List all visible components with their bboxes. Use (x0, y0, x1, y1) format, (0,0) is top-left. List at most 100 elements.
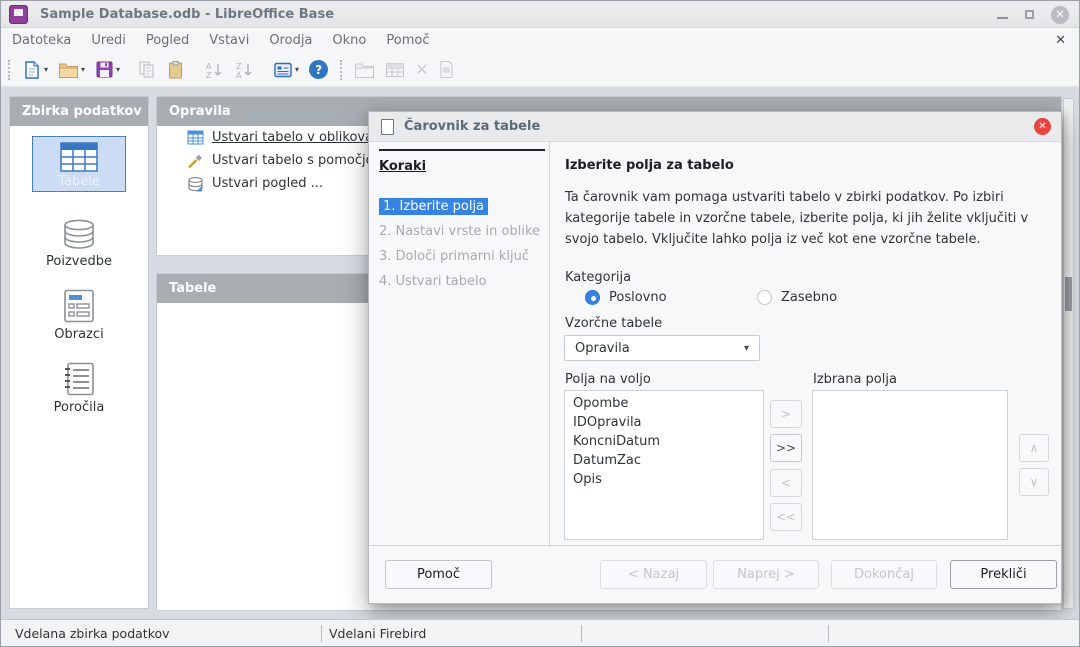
dialog-titlebar: Čarovnik za tabele ✕ (369, 112, 1061, 142)
step-select-fields[interactable]: 1. Izberite polja (379, 194, 543, 219)
menu-uredi[interactable]: Uredi (82, 33, 134, 48)
sort-descending-button[interactable]: ZA (231, 57, 257, 83)
step-set-types[interactable]: 2. Nastavi vrste in oblike (379, 219, 543, 244)
menu-pogled[interactable]: Pogled (137, 33, 198, 48)
remove-all-fields-button[interactable]: << (770, 503, 802, 531)
scrollbar-thumb[interactable] (1065, 277, 1072, 311)
radio-personal[interactable]: Zasebno (757, 290, 837, 305)
toolbar-grip (194, 60, 195, 80)
selected-fields-label: Izbrana polja (813, 372, 897, 387)
dropdown-arrow-icon[interactable]: ▾ (44, 65, 48, 74)
next-button[interactable]: Naprej > (713, 560, 819, 589)
libreoffice-base-icon (9, 5, 28, 24)
titlebar: Sample Database.odb - LibreOffice Base ✕ (1, 1, 1079, 28)
sidebar-item-forms[interactable]: Obrazci (54, 289, 103, 342)
save-button[interactable]: ▾ (92, 57, 123, 83)
svg-text:Z: Z (236, 62, 242, 71)
menu-orodja[interactable]: Orodja (260, 33, 321, 48)
status-divider (321, 625, 322, 642)
sort-ascending-button[interactable]: AZ (201, 57, 227, 83)
open-database-object-button[interactable] (351, 57, 378, 83)
help-button[interactable]: Pomoč (385, 560, 492, 589)
form-view-icon (273, 60, 293, 80)
move-down-button[interactable]: ∨ (1019, 468, 1049, 496)
dropdown-arrow-icon[interactable]: ▾ (81, 65, 85, 74)
finish-button[interactable]: Dokončaj (831, 560, 937, 589)
sidebar-item-reports[interactable]: Poročila (54, 362, 105, 415)
sidebar-item-tables[interactable]: Tabele (32, 136, 126, 192)
list-item[interactable]: Opis (565, 470, 763, 489)
cancel-button[interactable]: Prekliči (950, 560, 1057, 589)
back-button[interactable]: < Nazaj (600, 560, 707, 589)
move-up-button[interactable]: ∧ (1019, 434, 1049, 462)
category-label: Kategorija (565, 270, 631, 285)
help-button[interactable]: ? (306, 57, 331, 83)
step-primary-key[interactable]: 3. Določi primarni ključ (379, 244, 543, 269)
minimize-icon[interactable] (997, 17, 1008, 19)
menu-okno[interactable]: Okno (323, 33, 375, 48)
radio-business[interactable]: Poslovno (585, 290, 667, 305)
app-window: Sample Database.odb - LibreOffice Base ✕… (0, 0, 1080, 647)
sidebar-item-label: Poizvedbe (46, 254, 112, 269)
open-button[interactable]: ▾ (55, 57, 88, 83)
delete-button[interactable]: ✕ (412, 57, 431, 83)
help-icon: ? (309, 60, 328, 79)
reports-icon (63, 362, 95, 396)
toolbar-grip[interactable] (340, 60, 342, 80)
sample-tables-select[interactable]: Opravila ▾ (564, 335, 760, 361)
wizard-steps-panel: Koraki 1. Izberite polja 2. Nastavi vrst… (369, 142, 550, 547)
task-label: Ustvari pogled ... (212, 176, 323, 191)
vertical-scrollbar[interactable] (1063, 98, 1074, 609)
sample-tables-label: Vzorčne tabele (565, 316, 662, 331)
restore-icon[interactable] (1025, 10, 1034, 19)
dropdown-arrow-icon[interactable]: ▾ (116, 65, 120, 74)
toolbar-grip[interactable] (8, 60, 10, 80)
window-title: Sample Database.odb - LibreOffice Base (40, 7, 334, 22)
menu-datoteka[interactable]: Datoteka (3, 33, 80, 48)
step-create-table[interactable]: 4. Ustvari tabelo (379, 269, 543, 294)
sidebar-item-queries[interactable]: Poizvedbe (46, 218, 112, 269)
dialog-close-icon[interactable]: ✕ (1034, 118, 1051, 135)
steps-header: Koraki (379, 159, 426, 174)
remove-field-button[interactable]: < (770, 469, 802, 497)
new-document-icon (22, 60, 42, 80)
selected-fields-list[interactable] (812, 390, 1008, 540)
page-title: Izberite polja za tabelo (565, 158, 734, 173)
radio-checked-icon[interactable] (585, 290, 600, 305)
radio-label: Poslovno (609, 290, 667, 305)
dropdown-arrow-icon[interactable]: ▾ (295, 65, 299, 74)
list-item[interactable]: DatumZac (565, 451, 763, 470)
available-fields-label: Polja na voljo (565, 372, 651, 387)
list-item[interactable]: Opombe (565, 394, 763, 413)
table-design-button[interactable] (382, 57, 408, 83)
list-item[interactable]: KoncniDatum (565, 432, 763, 451)
open-folder-icon (58, 61, 79, 79)
sidebar-item-label: Tabele (58, 174, 100, 189)
rename-button[interactable] (435, 57, 458, 83)
toolbar-grip (128, 60, 129, 80)
forms-icon (63, 289, 95, 323)
menubar: Datoteka Uredi Pogled Vstavi Orodja Okno… (1, 28, 1079, 53)
dialog-document-icon (381, 119, 394, 135)
add-all-fields-button[interactable]: >> (770, 434, 802, 462)
radio-unchecked-icon[interactable] (757, 290, 772, 305)
sort-descending-icon: ZA (234, 60, 254, 80)
copy-button[interactable] (134, 57, 159, 83)
form-view-button[interactable]: ▾ (270, 57, 302, 83)
close-document-icon[interactable]: ✕ (1055, 33, 1066, 48)
paste-button[interactable] (163, 57, 188, 83)
menu-pomoc[interactable]: Pomoč (377, 33, 438, 48)
database-panel: Zbirka podatkov Tabele Poizvedbe Obrazci… (9, 96, 149, 609)
status-divider (828, 625, 829, 642)
available-fields-list[interactable]: Opombe IDOpravila KoncniDatum DatumZac O… (564, 390, 764, 540)
menu-vstavi[interactable]: Vstavi (200, 33, 258, 48)
new-document-button[interactable]: ▾ (19, 57, 51, 83)
open-database-object-icon (354, 61, 375, 79)
chevron-down-icon[interactable]: ▾ (744, 343, 749, 354)
add-field-button[interactable]: > (770, 400, 802, 428)
sidebar-item-label: Obrazci (54, 327, 103, 342)
status-engine: Vdelani Firebird (329, 626, 426, 641)
close-icon[interactable]: ✕ (1051, 6, 1069, 24)
list-item[interactable]: IDOpravila (565, 413, 763, 432)
wizard-wand-icon (187, 153, 204, 169)
